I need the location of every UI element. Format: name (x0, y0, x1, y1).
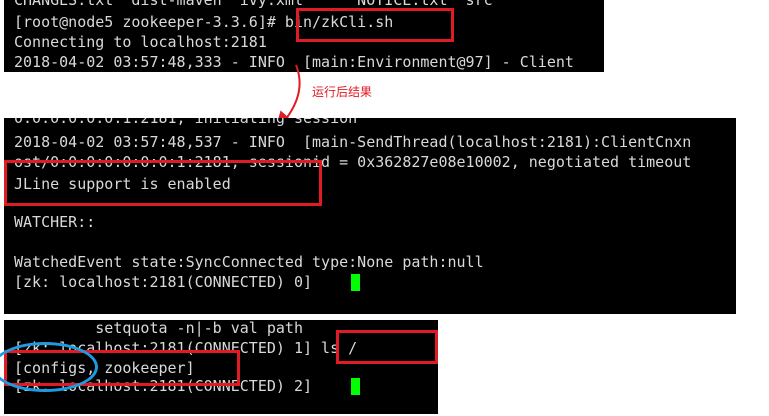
terminal-cursor (351, 378, 360, 395)
terminal-line: WATCHER:: (14, 213, 96, 231)
highlight-box-ls-command (336, 330, 438, 364)
terminal-line: [zk: localhost:2181(CONNECTED) 0] (14, 273, 322, 291)
terminal-panel-session: 0:0:0:0:0:0:1:2181, initiating session 2… (4, 118, 736, 314)
terminal-cursor (351, 274, 360, 291)
terminal-line: setquota -n|-b val path (14, 320, 303, 337)
annotation-label: 运行后结果 (312, 85, 373, 99)
terminal-line: 2018-04-02 03:57:48,537 - INFO [main-Sen… (14, 133, 692, 151)
terminal-line: WatchedEvent state:SyncConnected type:No… (14, 253, 484, 271)
highlight-box-jline (4, 160, 322, 206)
terminal-line: 0:0:0:0:0:0:1:2181, initiating session (14, 118, 358, 127)
